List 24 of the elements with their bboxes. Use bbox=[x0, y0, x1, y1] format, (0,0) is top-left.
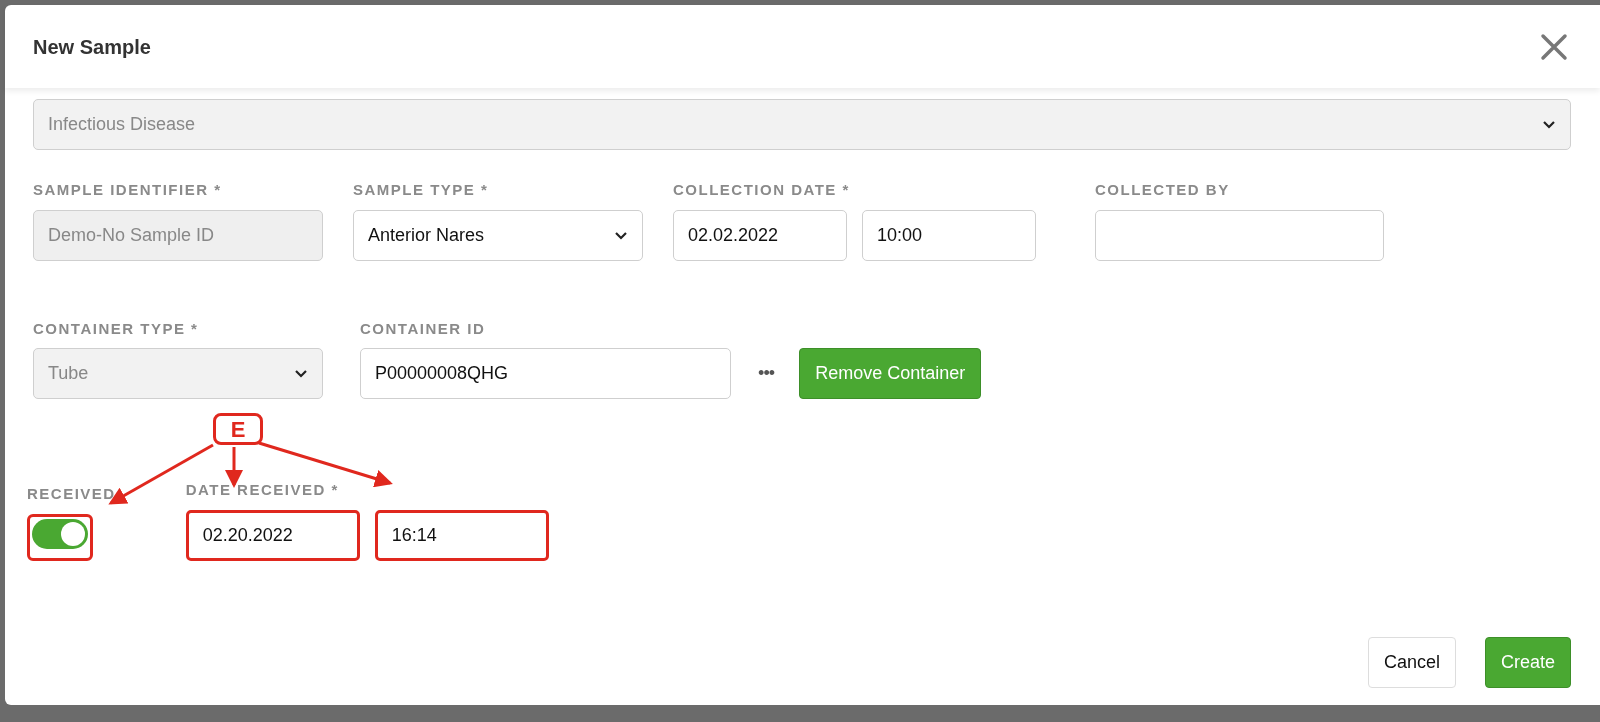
field-label: SAMPLE TYPE * bbox=[353, 180, 490, 200]
callout-badge: E bbox=[213, 413, 263, 445]
dialog-title: New Sample bbox=[33, 34, 151, 60]
more-button[interactable]: ••• bbox=[758, 360, 775, 387]
chevron-down-icon bbox=[294, 369, 308, 378]
field-label: COLLECTION DATE * bbox=[673, 180, 851, 200]
field-label: COLLECTED BY bbox=[1095, 180, 1231, 200]
cancel-button[interactable]: Cancel bbox=[1367, 637, 1456, 688]
input-field[interactable]: 16:14 bbox=[374, 509, 549, 561]
field-label: RECEIVED bbox=[27, 484, 116, 504]
input-field[interactable] bbox=[1095, 209, 1384, 261]
close-icon[interactable] bbox=[1540, 32, 1568, 61]
input-field[interactable]: 02.02.2022 bbox=[673, 209, 847, 261]
field-label: DATE RECEIVED * bbox=[185, 480, 340, 500]
field-label: CONTAINER ID bbox=[360, 318, 487, 339]
select-field[interactable]: Anterior Nares bbox=[353, 209, 643, 261]
field-label: SAMPLE IDENTIFIER * bbox=[33, 180, 223, 200]
chevron-down-icon bbox=[1542, 120, 1556, 129]
toggle-switch[interactable] bbox=[32, 518, 88, 549]
field-label: CONTAINER TYPE * bbox=[33, 318, 200, 339]
input-field[interactable]: P00000008QHG bbox=[360, 348, 731, 399]
input-field[interactable]: 02.20.2022 bbox=[185, 509, 360, 561]
chevron-down-icon bbox=[614, 230, 628, 240]
input-field[interactable]: 10:00 bbox=[862, 209, 1036, 261]
